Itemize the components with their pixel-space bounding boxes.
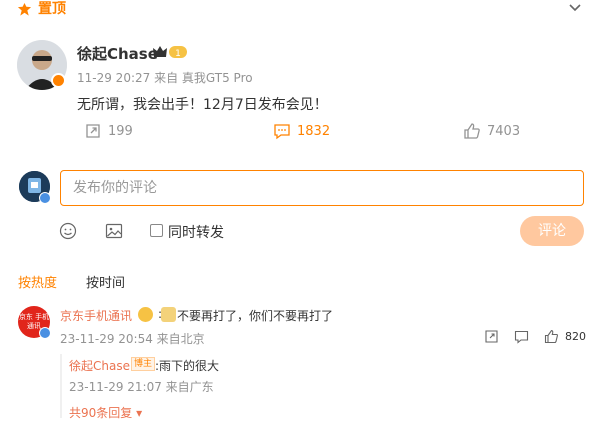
repost-checkbox[interactable] [150,224,163,237]
comment-text: 不要再打了，你们不要再打了 [177,309,334,323]
post-text: 无所谓，我会出手！12月7日发布会见！ [77,97,328,113]
comment-like-count: 820 [565,330,586,343]
author-tag: 博主 [131,357,156,371]
comment-icon [274,124,290,140]
verified-badge-icon [39,192,51,204]
image-icon[interactable] [105,222,123,240]
smile-emoji-icon [138,307,153,322]
more-replies-link[interactable]: 共90条回复 ▾ [69,404,142,421]
verified-badge-icon [51,73,66,88]
comment-button[interactable]: 1832 [273,122,330,140]
post-author[interactable]: 徐起Chase [77,43,158,64]
submit-comment-button[interactable]: 评论 [520,216,584,246]
sort-by-time[interactable]: 按时间 [86,272,125,291]
comment-count: 1832 [297,123,331,139]
comment-input[interactable] [60,170,584,206]
repost-icon [86,124,100,138]
svg-text:1: 1 [175,49,181,59]
repost-checkbox-label[interactable]: 同时转发 [168,222,224,242]
emoji-icon[interactable] [59,222,77,240]
reply-icon[interactable] [514,329,529,344]
post-meta: 11-29 20:27 来自 真我GT5 Pro [77,71,253,85]
crown-badge-icon[interactable]: 1 [152,44,188,60]
comment-author[interactable]: 京东手机通讯 [60,307,132,324]
reply-author[interactable]: 徐起Chase [69,357,130,374]
chevron-down-icon[interactable] [568,2,582,14]
share-icon[interactable] [484,329,499,344]
pin-bar [0,0,600,22]
pin-label: 置顶 [38,1,66,17]
thumbs-up-icon [464,123,480,139]
repost-count: 199 [108,123,133,139]
reply-divider [60,354,62,418]
like-count: 7403 [487,123,521,139]
thumbs-up-icon[interactable] [544,329,559,344]
like-button[interactable]: 7403 [463,122,520,140]
repost-button[interactable]: 199 [84,122,133,140]
cat-emoji-icon [161,307,176,322]
verified-badge-icon [39,327,51,339]
reply-text: :雨下的很大 [155,359,220,373]
reply-meta: 23-11-29 21:07 来自广东 [69,380,214,394]
pin-icon [17,2,32,16]
comment-meta: 23-11-29 20:54 来自北京 [60,332,205,346]
sort-by-hot[interactable]: 按热度 [18,272,57,291]
